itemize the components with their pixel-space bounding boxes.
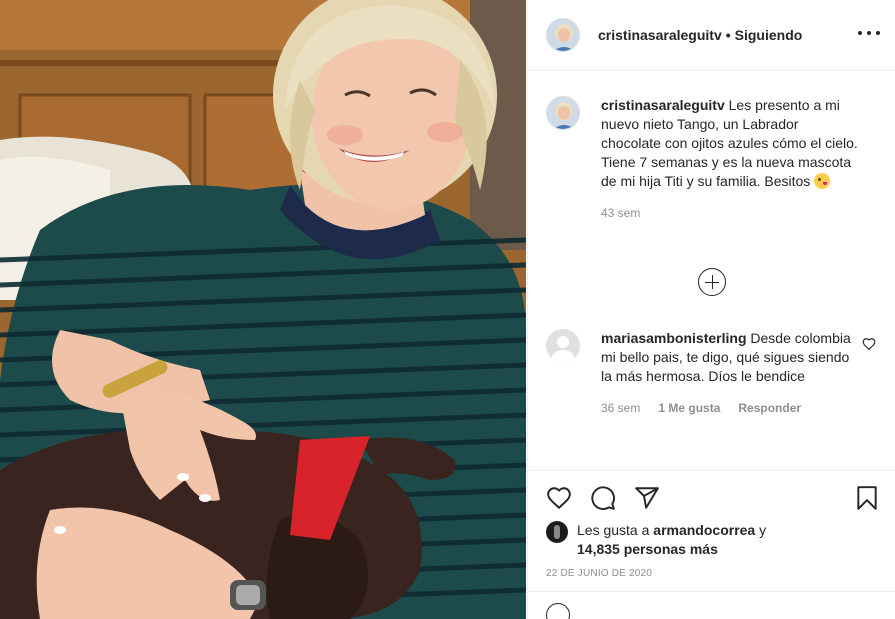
action-icons [546, 485, 882, 511]
add-comment-bar[interactable] [528, 591, 895, 619]
commenter-username[interactable]: mariasambonisterling [601, 330, 747, 346]
separator-dot: • [725, 27, 731, 43]
author-username[interactable]: cristinasaraleguitv [598, 27, 722, 43]
comment-item: mariasambonisterling Desde colombia mi b… [546, 329, 876, 418]
caption-username[interactable]: cristinasaraleguitv [601, 97, 725, 113]
likes-joiner: y [759, 522, 767, 538]
heart-icon[interactable] [546, 485, 572, 511]
comment-like-count[interactable]: 1 Me gusta [658, 399, 720, 418]
emoji-picker-icon[interactable] [546, 603, 570, 619]
likes-others-count[interactable]: 14,835 personas más [577, 541, 718, 557]
commenter-avatar[interactable] [546, 329, 580, 363]
liker-avatar[interactable] [546, 521, 568, 543]
more-options-icon[interactable] [858, 22, 880, 44]
comment-timestamp[interactable]: 36 sem [601, 399, 640, 418]
comment-heart-icon[interactable] [862, 337, 876, 351]
following-button[interactable]: Siguiendo [735, 27, 803, 43]
photo-illustration [0, 0, 526, 619]
post-caption: cristinasaraleguitv Les presento a mi nu… [546, 96, 876, 223]
post-date[interactable]: 22 DE JUNIO DE 2020 [546, 568, 652, 579]
reply-button[interactable]: Responder [738, 399, 801, 418]
paper-plane-icon[interactable] [634, 485, 660, 511]
likes-prefix: Les gusta a [577, 522, 650, 538]
caption-meta: 43 sem [601, 204, 861, 223]
comment-meta: 36 sem 1 Me gusta Responder [601, 399, 861, 418]
author-avatar[interactable] [546, 18, 580, 52]
comments-section[interactable]: cristinasaraleguitv Les presento a mi nu… [528, 72, 895, 469]
bookmark-icon[interactable] [854, 485, 880, 511]
post-photo[interactable] [0, 0, 526, 619]
liker-username[interactable]: armandocorrea [653, 522, 755, 538]
caption-avatar[interactable] [546, 96, 580, 130]
plus-circle-icon[interactable] [698, 268, 726, 296]
comment-bubble-icon[interactable] [590, 485, 616, 511]
likes-summary: Les gusta a armandocorrea y 14,835 perso… [546, 521, 766, 559]
caption-timestamp[interactable]: 43 sem [601, 204, 640, 223]
post-panel: cristinasaraleguitv • Siguiendo cristina… [527, 0, 895, 619]
actions-section: Les gusta a armandocorrea y 14,835 perso… [528, 470, 895, 619]
kiss-face-emoji-icon [814, 173, 831, 189]
post-header: cristinasaraleguitv • Siguiendo [528, 0, 895, 71]
